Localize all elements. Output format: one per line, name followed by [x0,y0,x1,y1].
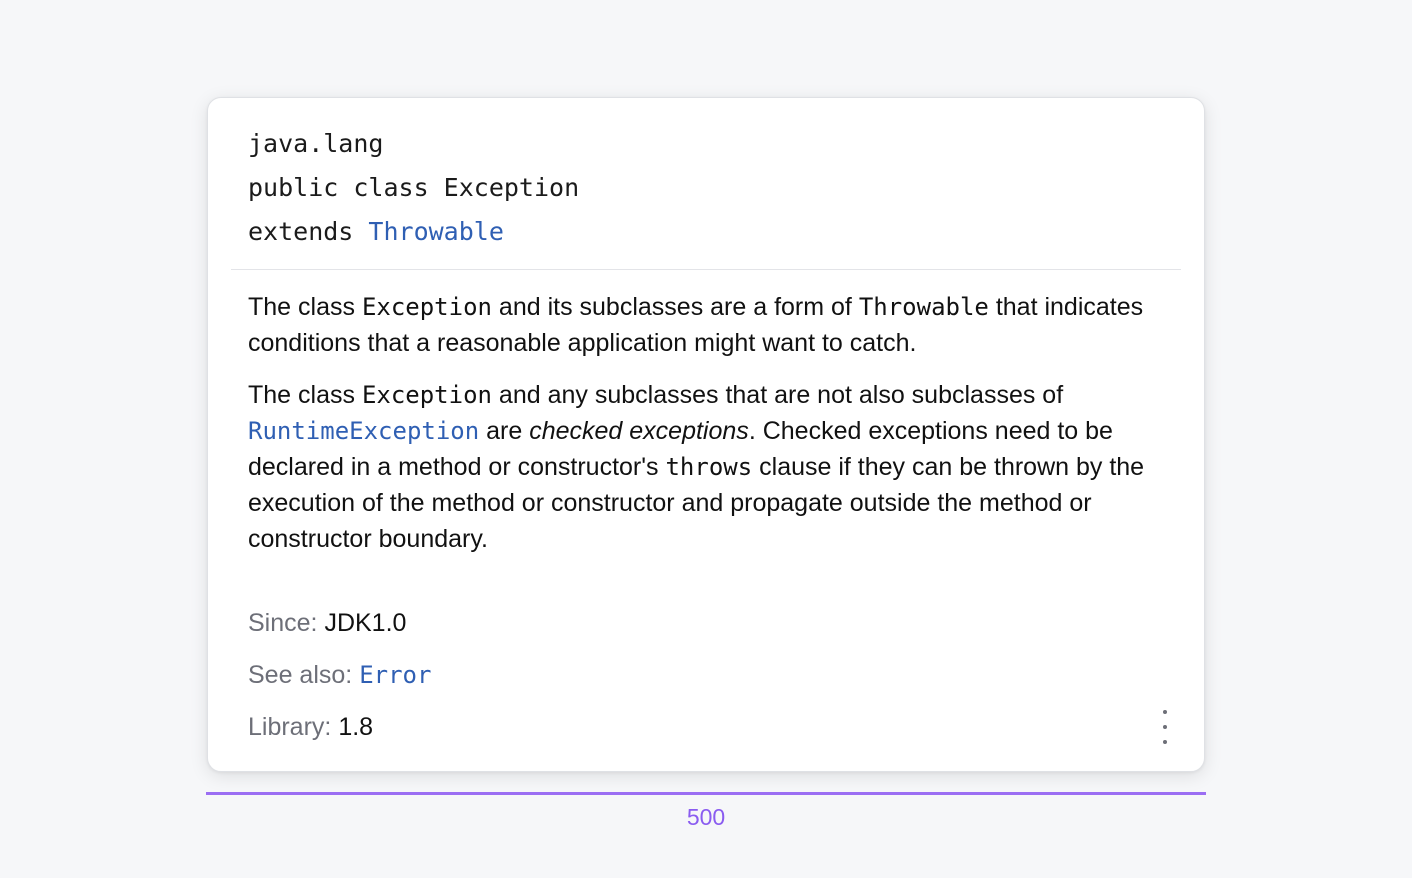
text-run: The class [248,381,362,409]
class-declaration: public class Exception [248,173,580,202]
see-also-row: See also: Error [248,657,431,693]
documentation-popup: java.lang public class Exception extends… [207,97,1205,772]
extends-keyword: extends [248,217,369,246]
since-label: Since: [248,609,318,637]
library-label: Library: [248,713,332,741]
package-name: java.lang [248,129,384,158]
code-exception: Exception [361,293,492,321]
kebab-dot [1163,740,1167,744]
throwable-link[interactable]: Throwable [368,217,503,246]
text-run: are [479,417,530,445]
code-throwable: Throwable [858,293,989,321]
kebab-dot [1163,710,1167,714]
library-value: 1.8 [338,713,374,741]
extends-line: extends Throwable [248,210,579,254]
emphasis-checked-exceptions: checked exceptions [529,417,749,445]
code-exception: Exception [361,381,492,409]
more-vertical-icon[interactable] [1154,710,1176,744]
see-also-label: See also: [248,661,353,689]
description-paragraph-1: The class Exception and its subclasses a… [248,289,1173,361]
runtime-exception-link[interactable]: RuntimeException [248,417,479,445]
width-measure-label: 500 [686,804,726,830]
since-value: JDK1.0 [324,609,407,637]
code-throws: throws [665,453,753,481]
error-link[interactable]: Error [359,661,431,689]
text-run: The class [248,293,362,321]
library-row: Library: 1.8 [248,709,373,745]
signature-header: java.lang public class Exception extends… [248,122,579,254]
description-paragraph-2: The class Exception and any subclasses t… [248,377,1173,557]
kebab-dot [1163,725,1167,729]
header-divider [231,269,1181,270]
since-row: Since: JDK1.0 [248,605,406,641]
description: The class Exception and its subclasses a… [248,289,1173,557]
text-run: and any subclasses that are not also sub… [491,381,1064,409]
text-run: and its subclasses are a form of [491,293,859,321]
width-measure-line [206,792,1206,795]
